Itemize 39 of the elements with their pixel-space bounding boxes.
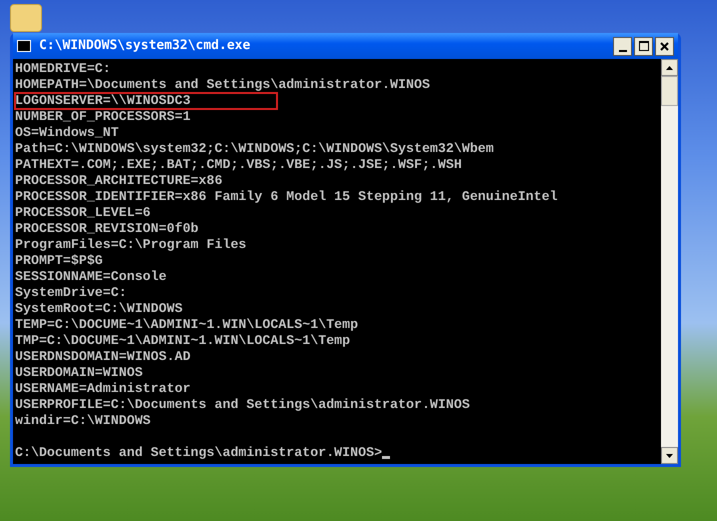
text-cursor bbox=[382, 456, 390, 459]
console-line: TMP=C:\DOCUME~1\ADMINI~1.WIN\LOCALS~1\Temp bbox=[15, 333, 352, 349]
console-line: PROCESSOR_ARCHITECTURE=x86 bbox=[15, 173, 224, 189]
scroll-down-button[interactable] bbox=[661, 447, 678, 464]
console-line: USERDOMAIN=WINOS bbox=[15, 365, 144, 381]
console-line: HOMEPATH=\Documents and Settings\administrator.WINOS bbox=[15, 77, 431, 93]
window-title: C:\WINDOWS\system32\cmd.exe bbox=[39, 37, 250, 56]
up-arrow-icon bbox=[666, 66, 673, 70]
down-arrow-icon bbox=[666, 454, 673, 458]
minimize-icon bbox=[618, 50, 626, 52]
console-line: TEMP=C:\DOCUME~1\ADMINI~1.WIN\LOCALS~1\Temp bbox=[15, 317, 360, 333]
console-line: LOGONSERVER=\\WINOSDC3 bbox=[15, 93, 277, 109]
minimize-button[interactable] bbox=[613, 36, 632, 56]
console-line: PROCESSOR_IDENTIFIER=x86 Family 6 Model 15 Stepping 11, GenuineIntel bbox=[15, 189, 559, 205]
console-line: USERPROFILE=C:\Documents and Settings\administrator.WINOS bbox=[15, 397, 471, 413]
scroll-up-button[interactable] bbox=[661, 59, 678, 76]
console-line: OS=Windows_NT bbox=[15, 125, 120, 141]
console-line: windir=C:\WINDOWS bbox=[15, 413, 152, 429]
command-prompt: C:\Documents and Settings\administrator.WINOS> bbox=[15, 445, 382, 461]
console-line: NUMBER_OF_PROCESSORS=1 bbox=[15, 109, 192, 125]
console-line: USERDNSDOMAIN=WINOS.AD bbox=[15, 349, 192, 365]
console-line: USERNAME=Administrator bbox=[15, 381, 192, 397]
console-line: SystemRoot=C:\WINDOWS bbox=[15, 301, 184, 317]
console-line: HOMEDRIVE=C: bbox=[15, 61, 112, 77]
maximize-icon bbox=[638, 41, 648, 51]
console-line: SystemDrive=C: bbox=[15, 285, 128, 301]
console-line: PATHEXT=.COM;.EXE;.BAT;.CMD;.VBS;.VBE;.JS;.JSE;.WSF;.WSH bbox=[15, 157, 463, 173]
close-button[interactable] bbox=[655, 36, 674, 56]
scrollbar[interactable] bbox=[661, 59, 678, 464]
maximize-button[interactable] bbox=[634, 36, 653, 56]
console-line: PROMPT=$P$G bbox=[15, 253, 104, 269]
scroll-thumb[interactable] bbox=[661, 76, 678, 106]
console-line: PROCESSOR_REVISION=0f0b bbox=[15, 221, 200, 237]
console-line: ProgramFiles=C:\Program Files bbox=[15, 237, 248, 253]
close-icon bbox=[660, 42, 669, 50]
console-line: SESSIONNAME=Console bbox=[15, 269, 168, 285]
console-line: Path=C:\WINDOWS\system32;C:\WINDOWS;C:\WINDOWS\System32\Wbem bbox=[15, 141, 495, 157]
console-line: PROCESSOR_LEVEL=6 bbox=[15, 205, 152, 221]
console-icon bbox=[17, 40, 31, 52]
